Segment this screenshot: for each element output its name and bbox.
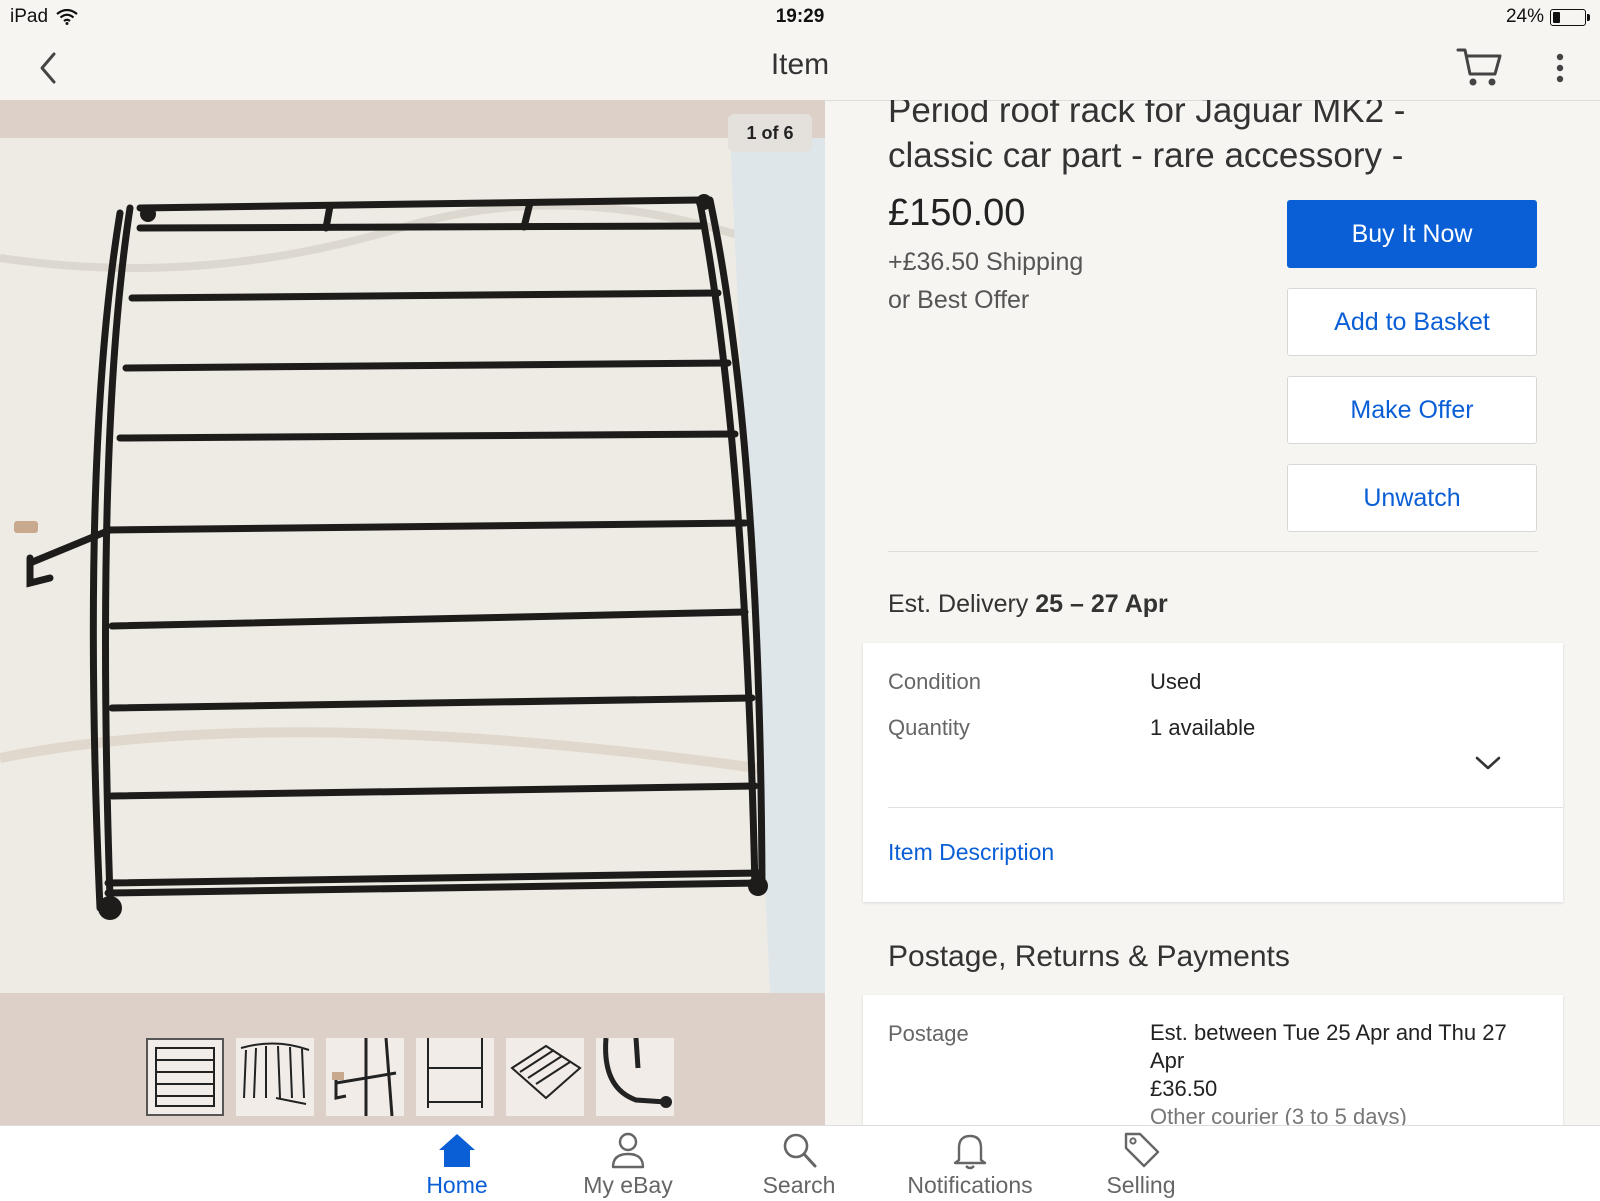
divider	[888, 807, 1563, 808]
tab-selling[interactable]: Selling	[1061, 1130, 1221, 1199]
item-price: £150.00	[888, 192, 1026, 234]
tab-bar: Home My eBay Search Notifications Sellin…	[0, 1125, 1600, 1201]
chevron-down-icon[interactable]	[1473, 753, 1503, 773]
unwatch-button[interactable]: Unwatch	[1287, 464, 1537, 532]
tab-notifications[interactable]: Notifications	[890, 1130, 1050, 1199]
image-gallery[interactable]: 1 of 6	[0, 100, 825, 1125]
item-description-link[interactable]: Item Description	[888, 839, 1054, 866]
more-vertical-icon[interactable]	[1545, 48, 1575, 88]
postage-service: Other courier (3 to 5 days)	[1150, 1104, 1407, 1125]
tab-label: Search	[762, 1172, 836, 1198]
postage-label: Postage	[888, 1021, 969, 1046]
tab-search[interactable]: Search	[719, 1130, 879, 1199]
tab-label: Home	[426, 1172, 488, 1198]
home-icon	[439, 1134, 475, 1167]
battery-level	[1553, 11, 1561, 23]
postage-cost: £36.50	[1150, 1076, 1218, 1101]
item-specifics-card: Condition Used Quantity 1 available Item…	[863, 643, 1563, 902]
item-title: Period roof rack for Jaguar MK2 - classi…	[888, 100, 1406, 175]
cart-icon[interactable]	[1455, 44, 1505, 90]
bell-icon	[953, 1134, 987, 1170]
postage-estimate: Est. between Tue 25 Apr and Thu 27 Apr	[1150, 1020, 1507, 1073]
delivery-dates: 25 – 27 Apr	[1035, 590, 1168, 618]
divider	[888, 551, 1538, 552]
battery-icon	[1550, 8, 1590, 26]
thumbnail[interactable]	[596, 1038, 674, 1116]
thumbnail[interactable]	[416, 1038, 494, 1116]
quantity-label: Quantity	[888, 715, 970, 740]
tab-label: Notifications	[907, 1172, 1033, 1198]
tag-icon	[1124, 1132, 1160, 1168]
postage-details: Est. between Tue 25 Apr and Thu 27 Apr £…	[1150, 1019, 1530, 1125]
estimated-delivery: Est. Delivery 25 – 27 Apr	[888, 590, 1168, 619]
tab-my-ebay[interactable]: My eBay	[548, 1130, 708, 1199]
thumbnail-strip	[146, 1038, 674, 1116]
best-offer-note: or Best Offer	[888, 286, 1030, 314]
nav-bar: Item	[0, 34, 1600, 101]
battery-percent: 24%	[1505, 6, 1544, 27]
tab-label: My eBay	[583, 1172, 673, 1198]
status-bar: iPad 19:29 24%	[0, 0, 1600, 34]
thumbnail[interactable]	[236, 1038, 314, 1116]
item-photo[interactable]	[0, 138, 825, 993]
make-offer-button[interactable]: Make Offer	[1287, 376, 1537, 444]
tab-home[interactable]: Home	[377, 1130, 537, 1199]
page-title: Item	[770, 48, 830, 81]
add-to-basket-button[interactable]: Add to Basket	[1287, 288, 1537, 356]
shipping-cost: +£36.50 Shipping	[888, 248, 1084, 276]
postage-card: Postage Est. between Tue 25 Apr and Thu …	[863, 995, 1563, 1125]
item-details: Period roof rack for Jaguar MK2 - classi…	[825, 100, 1600, 1125]
thumbnail[interactable]	[506, 1038, 584, 1116]
thumbnail[interactable]	[326, 1038, 404, 1116]
condition-value: Used	[1150, 669, 1202, 694]
tab-label: Selling	[1106, 1172, 1176, 1198]
image-counter: 1 of 6	[728, 114, 812, 152]
quantity-value: 1 available	[1150, 715, 1256, 740]
thumbnail[interactable]	[146, 1038, 224, 1116]
clock: 19:29	[775, 6, 825, 27]
delivery-label: Est. Delivery	[888, 590, 1029, 618]
section-heading: Postage, Returns & Payments	[888, 940, 1290, 973]
condition-label: Condition	[888, 669, 981, 694]
buy-it-now-button[interactable]: Buy It Now	[1287, 200, 1537, 268]
search-icon	[783, 1133, 817, 1168]
person-icon	[611, 1132, 645, 1169]
